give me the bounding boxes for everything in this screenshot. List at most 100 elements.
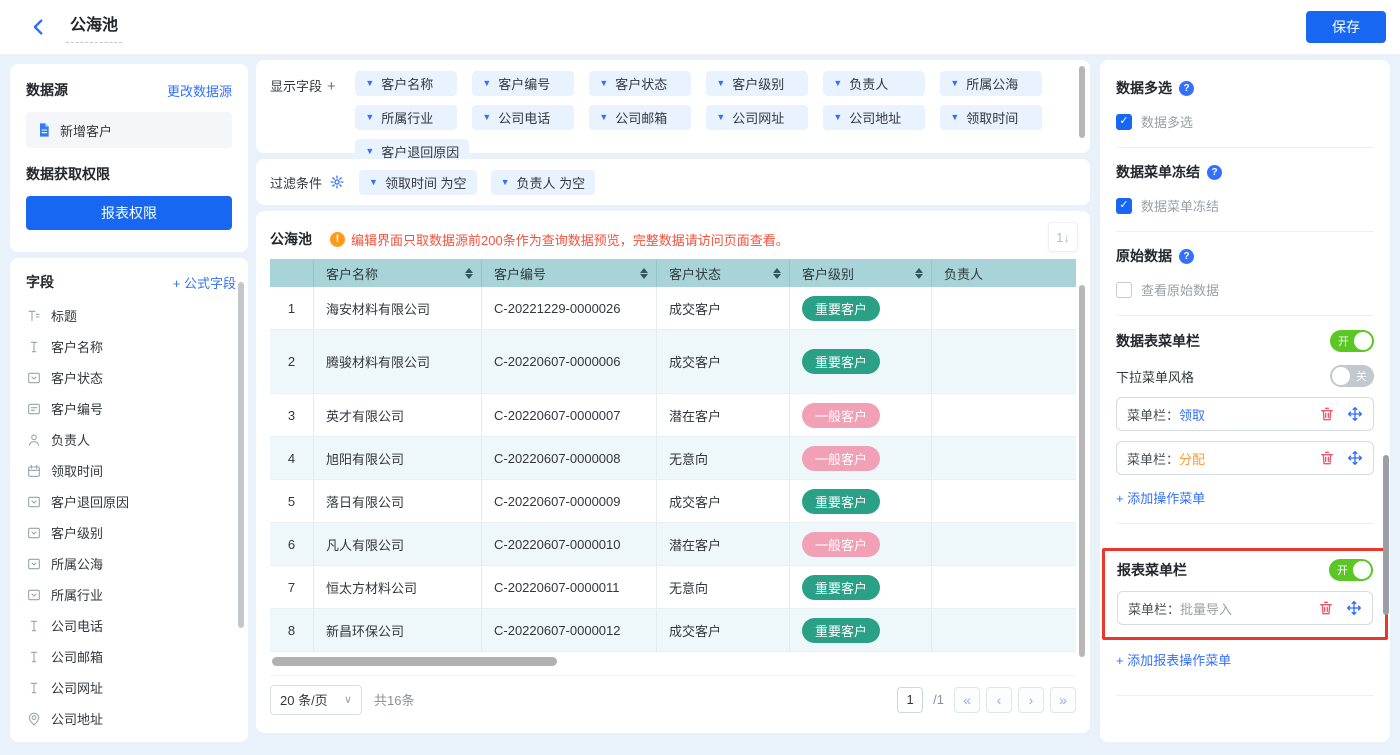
header-customer-status[interactable]: 客户状态 (657, 259, 790, 287)
level-badge: 一般客户 (802, 532, 880, 557)
sort-carets-icon[interactable] (640, 268, 648, 279)
settings-scrollbar[interactable] (1383, 455, 1389, 615)
table-menu-toggle[interactable]: 开 (1330, 330, 1374, 352)
move-icon[interactable] (1346, 600, 1362, 616)
table-scrollbar[interactable] (1079, 285, 1085, 657)
checkbox-checked[interactable]: ✓ (1116, 198, 1132, 214)
table-row[interactable]: 3 英才有限公司 C-20220607-0000007 潜在客户 一般客户 (270, 394, 1076, 437)
chevron-down-icon: ▼ (365, 113, 374, 122)
current-page-input[interactable]: 1 (897, 687, 923, 713)
table-row[interactable]: 6 凡人有限公司 C-20220607-0000010 潜在客户 一般客户 (270, 523, 1076, 566)
field-item-claim-time[interactable]: 领取时间 (26, 455, 236, 486)
table-row[interactable]: 7 恒太方材料公司 C-20220607-0000011 无意向 重要客户 (270, 566, 1076, 609)
display-field-chip[interactable]: ▼客户状态 (589, 71, 691, 96)
check-icon: ✓ (1119, 200, 1128, 211)
trash-icon[interactable] (1319, 406, 1335, 422)
change-datasource-link[interactable]: 更改数据源 (167, 81, 232, 100)
help-icon[interactable]: ? (1207, 165, 1222, 180)
table-row[interactable]: 5 落日有限公司 C-20220607-0000009 成交客户 重要客户 (270, 480, 1076, 523)
display-field-chip[interactable]: ▼公司网址 (706, 105, 808, 130)
section-multi-select: 数据多选? ✓ 数据多选 (1116, 64, 1374, 148)
display-field-chip[interactable]: ▼负责人 (823, 71, 925, 96)
field-item-customer-name[interactable]: 客户名称 (26, 331, 236, 362)
help-icon[interactable]: ? (1179, 81, 1194, 96)
dropdown-style-toggle[interactable]: 关 (1330, 365, 1374, 387)
chevron-down-icon: ▼ (950, 113, 959, 122)
last-page-button[interactable]: » (1050, 687, 1076, 713)
display-field-chip[interactable]: ▼所属公海 (940, 71, 1042, 96)
field-item-industry[interactable]: 所属行业 (26, 579, 236, 610)
field-item-owner[interactable]: 负责人 (26, 424, 236, 455)
page-total: /1 (933, 692, 944, 707)
sort-carets-icon[interactable] (773, 268, 781, 279)
display-field-chip[interactable]: ▼公司邮箱 (589, 105, 691, 130)
next-page-button[interactable]: › (1018, 687, 1044, 713)
trash-icon[interactable] (1318, 600, 1334, 616)
gear-icon[interactable] (329, 174, 345, 190)
menu-item-batch-import[interactable]: 菜单栏：批量导入 (1117, 591, 1373, 625)
header-customer-name[interactable]: 客户名称 (314, 259, 482, 287)
display-field-chip[interactable]: ▼领取时间 (940, 105, 1042, 130)
sort-carets-icon[interactable] (915, 268, 923, 279)
sort-order-button[interactable]: 1↓ (1048, 222, 1078, 252)
display-field-chip[interactable]: ▼客户编号 (472, 71, 574, 96)
field-item-contact-info[interactable]: 联系人信息 (26, 734, 236, 742)
field-item-title[interactable]: 标题 (26, 300, 236, 331)
table-row[interactable]: 2 腾骏材料有限公司 C-20220607-0000006 成交客户 重要客户 (270, 330, 1076, 394)
save-button[interactable]: 保存 (1306, 11, 1386, 43)
field-item-email[interactable]: 公司邮箱 (26, 641, 236, 672)
location-pin-icon (26, 711, 42, 727)
move-icon[interactable] (1347, 406, 1363, 422)
table-row[interactable]: 4 旭阳有限公司 C-20220607-0000008 无意向 一般客户 (270, 437, 1076, 480)
prev-page-button[interactable]: ‹ (986, 687, 1012, 713)
field-item-pool[interactable]: 所属公海 (26, 548, 236, 579)
add-display-field-icon[interactable]: + (327, 78, 336, 95)
menu-item-assign[interactable]: 菜单栏：分配 (1116, 441, 1374, 475)
field-item-phone[interactable]: 公司电话 (26, 610, 236, 641)
field-item-address[interactable]: 公司地址 (26, 703, 236, 734)
menu-item-claim[interactable]: 菜单栏：领取 (1116, 397, 1374, 431)
field-item-customer-status[interactable]: 客户状态 (26, 362, 236, 393)
display-field-chip[interactable]: ▼公司电话 (472, 105, 574, 130)
field-item-customer-level[interactable]: 客户级别 (26, 517, 236, 548)
chevron-down-icon: ▼ (716, 79, 725, 88)
table-row[interactable]: 8 新昌环保公司 C-20220607-0000012 成交客户 重要客户 (270, 609, 1076, 652)
filter-chip[interactable]: ▼负责人 为空 (491, 170, 596, 195)
header-customer-code[interactable]: 客户编号 (482, 259, 657, 287)
select-icon (26, 587, 42, 603)
display-field-chip[interactable]: ▼所属行业 (355, 105, 457, 130)
menu-freeze-checkbox[interactable]: ✓ 数据菜单冻结 (1116, 196, 1374, 215)
add-report-menu-link[interactable]: + 添加报表操作菜单 (1116, 650, 1231, 669)
header-owner[interactable]: 负责人 (932, 259, 1076, 287)
checkbox-unchecked[interactable] (1116, 282, 1132, 298)
report-permission-button[interactable]: 报表权限 (26, 196, 232, 230)
display-fields-scrollbar[interactable] (1079, 66, 1085, 138)
top-bar: 公海池 保存 (0, 0, 1400, 55)
warning-icon: ! (330, 232, 345, 247)
add-action-menu-link[interactable]: + 添加操作菜单 (1116, 488, 1205, 507)
add-formula-field-link[interactable]: + 公式字段 (173, 273, 236, 292)
page-size-select[interactable]: 20 条/页 ∨ (270, 685, 362, 715)
display-field-chip[interactable]: ▼客户名称 (355, 71, 457, 96)
display-field-chip[interactable]: ▼客户级别 (706, 71, 808, 96)
first-page-button[interactable]: « (954, 687, 980, 713)
datasource-item[interactable]: 新增客户 (26, 112, 232, 148)
back-icon[interactable] (28, 16, 50, 38)
header-customer-level[interactable]: 客户级别 (790, 259, 932, 287)
checkbox-checked[interactable]: ✓ (1116, 114, 1132, 130)
report-menu-toggle[interactable]: 开 (1329, 559, 1373, 581)
move-icon[interactable] (1347, 450, 1363, 466)
field-item-website[interactable]: 公司网址 (26, 672, 236, 703)
display-field-chip[interactable]: ▼公司地址 (823, 105, 925, 130)
trash-icon[interactable] (1319, 450, 1335, 466)
raw-data-checkbox[interactable]: 查看原始数据 (1116, 280, 1374, 299)
fields-scrollbar[interactable] (238, 282, 244, 628)
table-row[interactable]: 1 海安材料有限公司 C-20221229-0000026 成交客户 重要客户 (270, 287, 1076, 330)
field-item-customer-code[interactable]: 客户编号 (26, 393, 236, 424)
help-icon[interactable]: ? (1179, 249, 1194, 264)
field-item-return-reason[interactable]: 客户退回原因 (26, 486, 236, 517)
multi-select-checkbox[interactable]: ✓ 数据多选 (1116, 112, 1374, 131)
horizontal-scrollbar-thumb[interactable] (272, 657, 557, 666)
sort-carets-icon[interactable] (465, 268, 473, 279)
filter-chip[interactable]: ▼领取时间 为空 (359, 170, 477, 195)
